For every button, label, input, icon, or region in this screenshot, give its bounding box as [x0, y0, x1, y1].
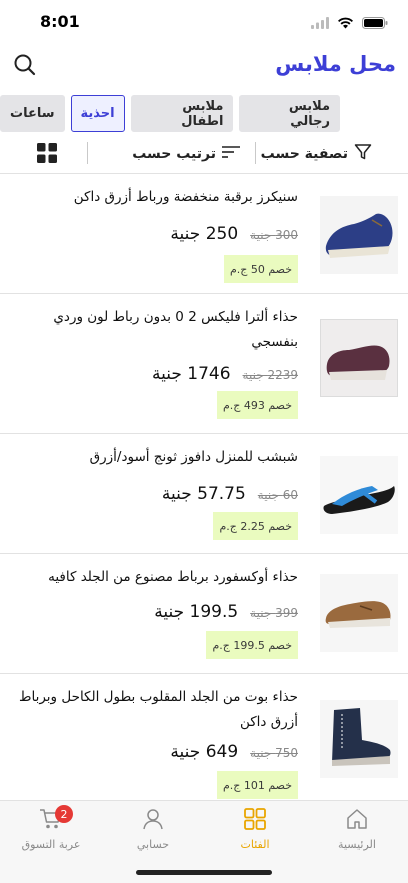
discount-badge: خصم 50 ج.م [223, 255, 298, 283]
discount-badge: خصم 199.5 ج.م [206, 631, 298, 659]
tab-categories[interactable]: الفئات [204, 801, 306, 857]
status-time: 8:01 [40, 12, 80, 31]
product-price: 250 جنية [170, 224, 239, 244]
status-icons [311, 14, 388, 33]
tab-categories-label: الفئات [240, 837, 270, 851]
product-image[interactable] [320, 196, 398, 274]
product-name: سنيكرز برقبة منخفضة ورباط أزرق داكن [73, 189, 298, 205]
product-price-row: 649 جنية 750 جنية [170, 742, 298, 762]
tab-account[interactable]: حسابي [102, 801, 204, 857]
product-item[interactable]: سنيكرز برقبة منخفضة ورباط أزرق داكن 250 … [0, 174, 408, 294]
tab-cart[interactable]: عربة التسوق 2 [0, 801, 102, 857]
store-title: محل ملابس [275, 52, 396, 76]
product-item[interactable]: حذاء بوت من الجلد المقلوب بطول الكاحل وب… [0, 674, 408, 800]
product-old-price: 2239 جنية [242, 368, 298, 382]
product-price-row: 1746 جنية 2239 جنية [152, 364, 298, 384]
category-tabs: ملابس رجالي ملابس اطفال احذية ساعات [0, 95, 340, 132]
discount-badge: خصم 493 ج.م [216, 391, 298, 419]
product-image[interactable] [320, 700, 398, 778]
status-bar: 8:01 [0, 0, 408, 44]
product-item[interactable]: حذاء ألترا فليكس 2 0 بدون رباط لون وردي … [0, 294, 408, 434]
product-name: حذاء بوت من الجلد المقلوب بطول الكاحل وب… [19, 689, 298, 730]
home-icon [346, 808, 368, 834]
product-image[interactable] [320, 319, 398, 397]
tab-account-label: حسابي [136, 837, 170, 851]
product-item[interactable]: حذاء أوكسفورد برباط مصنوع من الجلد كافيه… [0, 554, 408, 674]
sort-button[interactable]: ترتيب حسب [132, 138, 240, 170]
cart-count-badge: 2 [55, 805, 73, 823]
product-old-price: 399 جنية [250, 606, 298, 620]
product-old-price: 300 جنية [250, 228, 298, 242]
discount-badge: خصم 2.25 ج.م [213, 512, 298, 540]
category-chip-shoes[interactable]: احذية [70, 95, 125, 132]
sort-label: ترتيب حسب [132, 146, 216, 162]
product-image[interactable] [320, 574, 398, 652]
tab-home[interactable]: الرئيسية [306, 801, 408, 857]
home-indicator [136, 870, 272, 875]
product-price-row: 250 جنية 300 جنية [170, 224, 298, 244]
category-chip-kids[interactable]: ملابس اطفال [130, 95, 234, 132]
bottom-tab-bar: الرئيسية الفئات حسابي عربة التسوق 2 [0, 800, 408, 883]
filter-icon [354, 143, 372, 165]
tab-home-label: الرئيسية [338, 837, 376, 851]
product-item[interactable]: شبشب للمنزل دافوز ثونج أسود/أزرق 57.75 ج… [0, 434, 408, 554]
product-price: 57.75 جنية [161, 484, 246, 504]
product-price: 1746 جنية [151, 364, 231, 384]
product-name: حذاء أوكسفورد برباط مصنوع من الجلد كافيه [48, 569, 298, 585]
sort-icon [222, 145, 240, 163]
product-price-row: 199.5 جنية 399 جنية [154, 602, 298, 622]
category-chip-watches[interactable]: ساعات [0, 95, 65, 132]
user-icon [142, 808, 164, 834]
product-price: 199.5 جنية [154, 602, 239, 622]
product-price-row: 57.75 جنية 60 جنية [162, 484, 298, 504]
grid-icon [244, 807, 266, 834]
product-name: حذاء ألترا فليكس 2 0 بدون رباط لون وردي … [53, 309, 298, 350]
product-name: شبشب للمنزل دافوز ثونج أسود/أزرق [89, 449, 298, 465]
battery-icon [362, 14, 388, 33]
tab-cart-label: عربة التسوق [21, 837, 81, 851]
toolbar-divider [87, 142, 88, 164]
category-chip-men[interactable]: ملابس رجالي [239, 95, 340, 132]
grid-view-icon[interactable] [37, 143, 57, 167]
discount-badge: خصم 101 ج.م [216, 771, 298, 799]
toolbar-divider [255, 142, 256, 164]
search-icon[interactable] [12, 52, 38, 78]
product-price: 649 جنية [170, 742, 239, 762]
app-header: محل ملابس [0, 48, 408, 84]
product-old-price: 750 جنية [250, 746, 298, 760]
product-image[interactable] [320, 456, 398, 534]
filter-label: تصفية حسب [260, 146, 348, 162]
signal-icon [311, 14, 329, 33]
wifi-icon [337, 14, 354, 33]
filter-toolbar: تصفية حسب ترتيب حسب [0, 138, 408, 170]
filter-button[interactable]: تصفية حسب [261, 138, 372, 170]
product-old-price: 60 جنية [257, 488, 298, 502]
